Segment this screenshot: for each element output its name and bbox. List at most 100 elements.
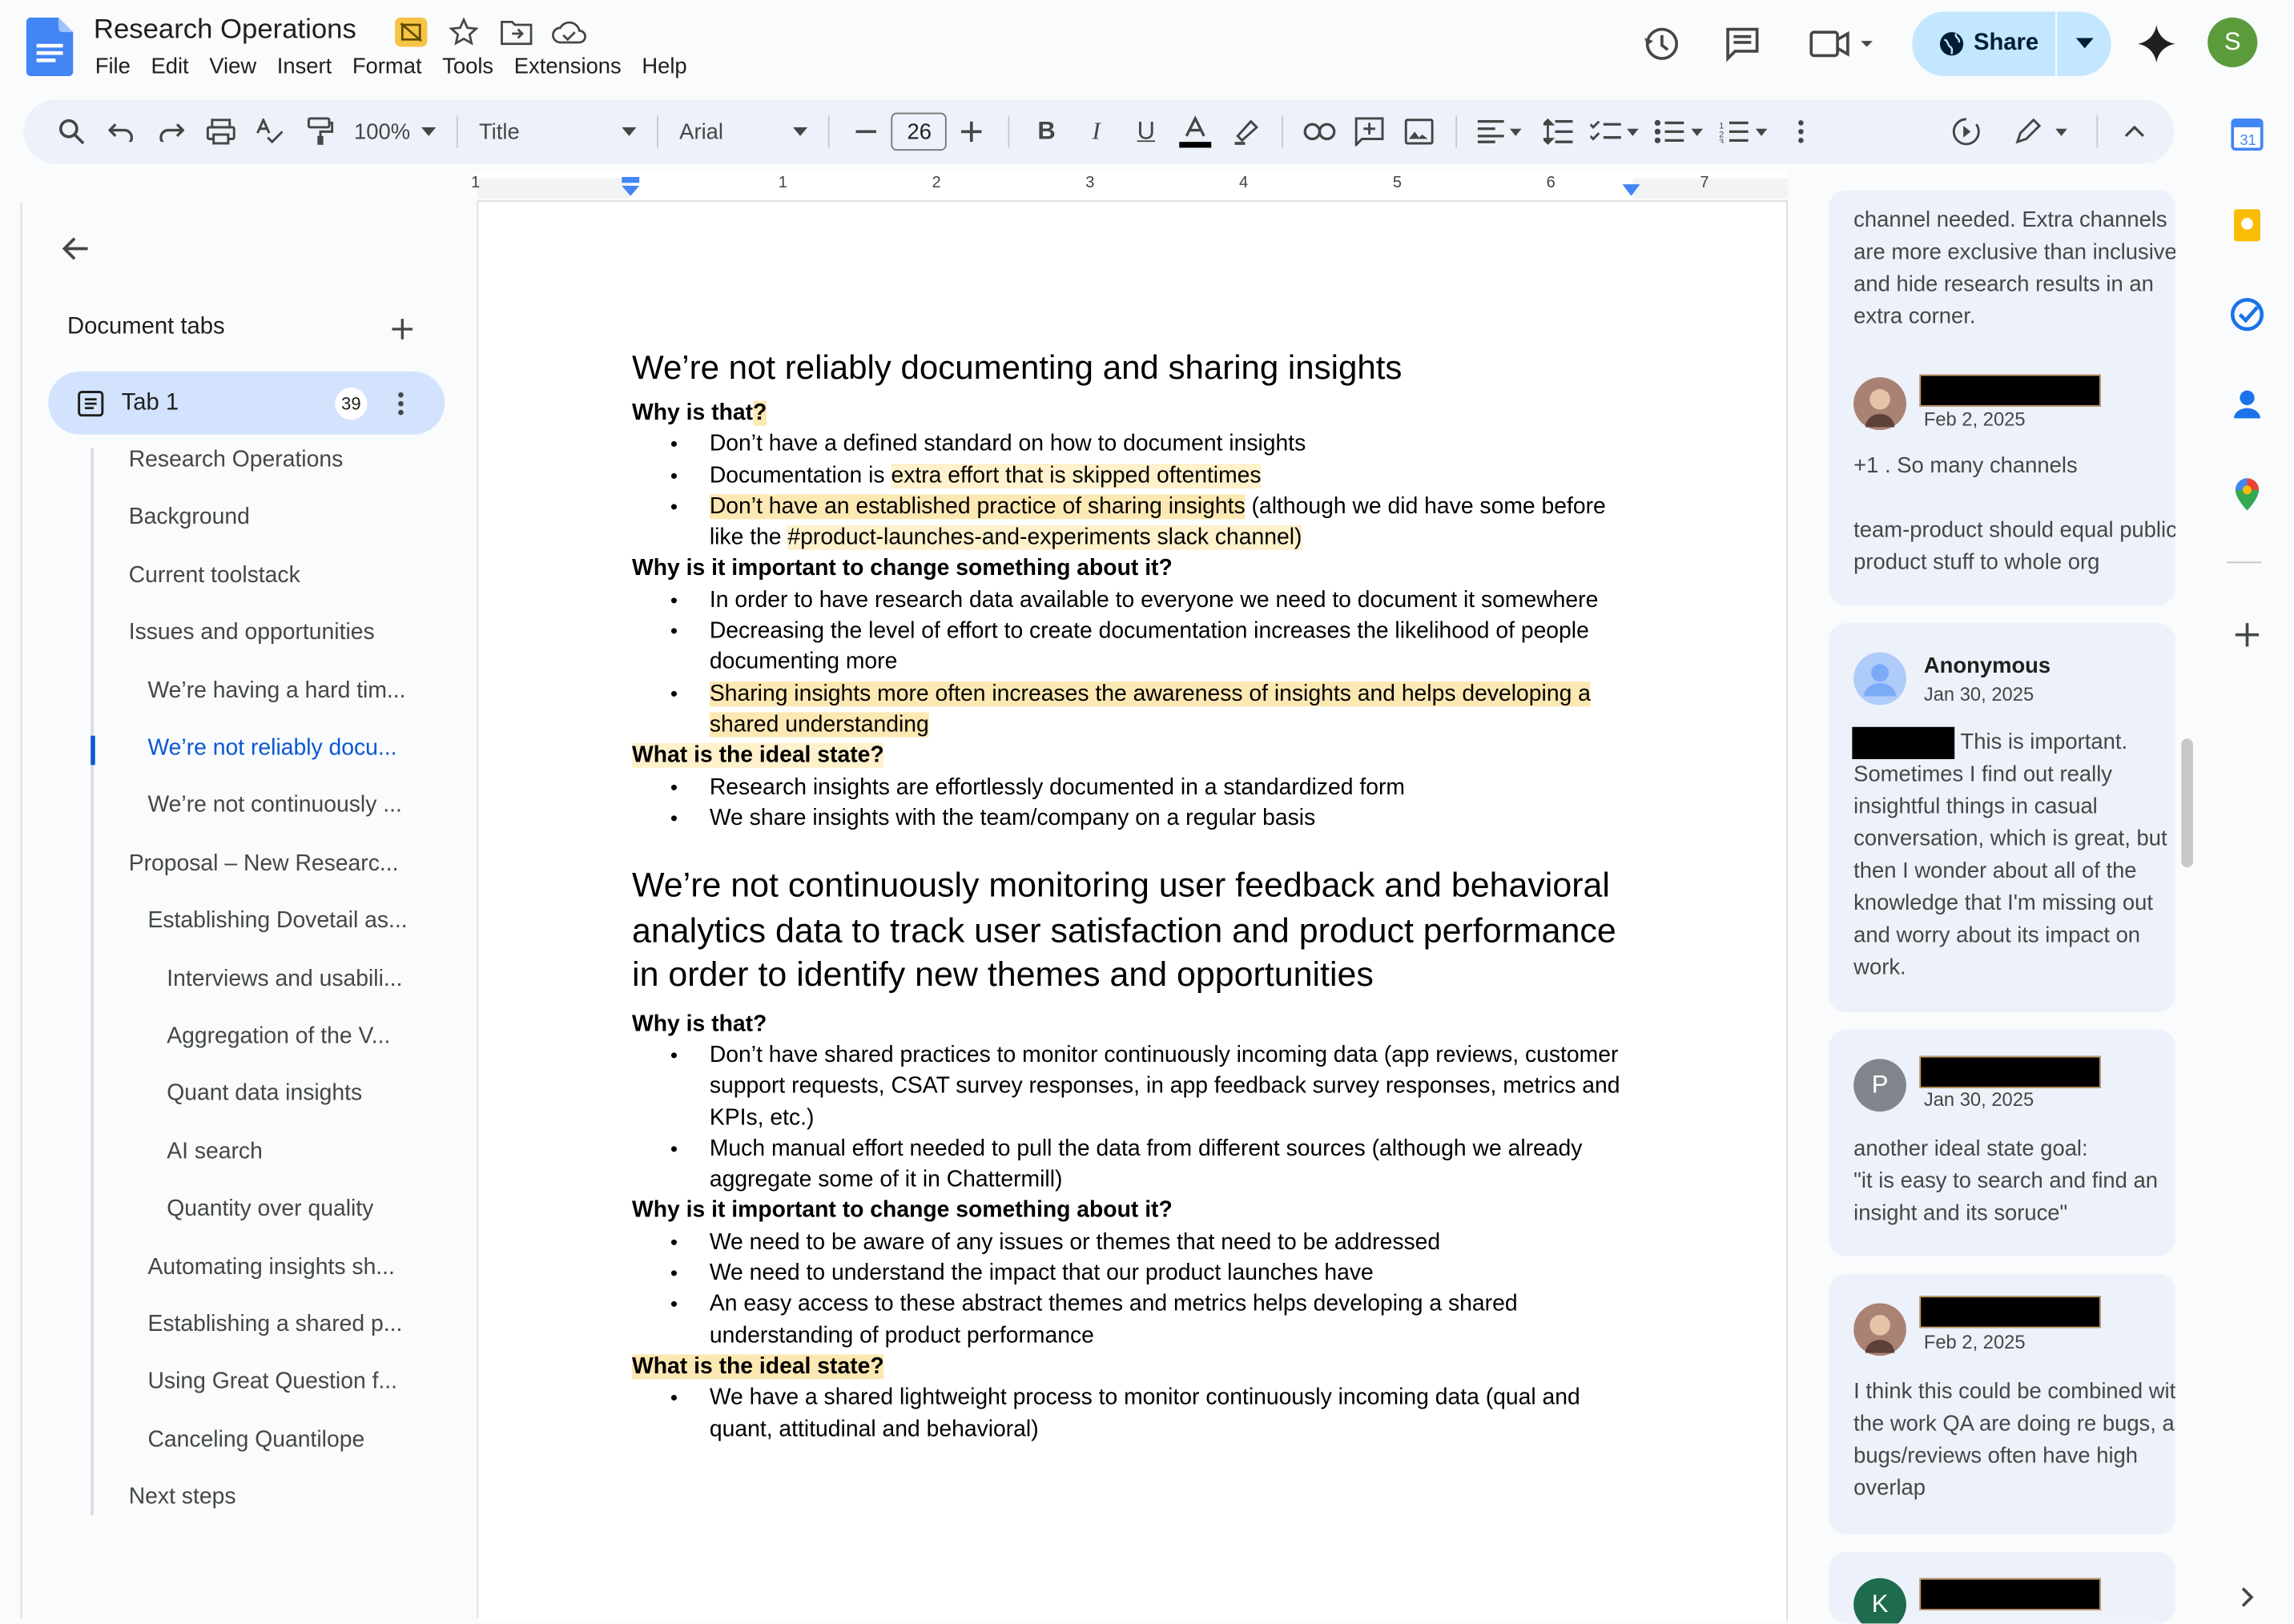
- outline-item[interactable]: Next steps: [129, 1485, 236, 1511]
- outline-item[interactable]: Automating insights sh...: [147, 1254, 394, 1280]
- outline-item[interactable]: Background: [129, 505, 250, 532]
- insert-image-icon[interactable]: [1395, 107, 1444, 156]
- commented-text[interactable]: #product-launches-and-experiments slack …: [787, 525, 1302, 551]
- undo-icon[interactable]: [97, 107, 147, 156]
- outline-item[interactable]: Canceling Quantilope: [147, 1427, 364, 1453]
- meet-icon[interactable]: [1809, 23, 1881, 64]
- decrease-font-size-icon[interactable]: [842, 107, 891, 156]
- paint-format-icon[interactable]: [296, 107, 345, 156]
- share-button[interactable]: Share: [1912, 11, 2111, 76]
- menu-help[interactable]: Help: [642, 54, 686, 79]
- outline-item[interactable]: Aggregation of the V...: [167, 1024, 390, 1051]
- keep-icon[interactable]: [2230, 207, 2265, 243]
- list-item: Research insights are effortlessly docum…: [670, 772, 1641, 803]
- outline-item[interactable]: Establishing a shared p...: [147, 1312, 402, 1338]
- print-icon[interactable]: [196, 107, 246, 156]
- gemini-icon[interactable]: [2136, 23, 2177, 64]
- label-icon[interactable]: [392, 14, 430, 50]
- highlight-color-icon[interactable]: [1221, 107, 1270, 156]
- document-body[interactable]: We’re not reliably documenting and shari…: [632, 345, 1641, 1445]
- search-menus-icon[interactable]: [46, 107, 96, 156]
- maps-icon[interactable]: [2230, 476, 2265, 512]
- comment-thread[interactable]: K: [1829, 1551, 2176, 1624]
- bold-icon[interactable]: B: [1022, 107, 1072, 156]
- list-item: Don’t have shared practices to monitor c…: [670, 1040, 1641, 1134]
- comments-scrollbar[interactable]: [2181, 738, 2193, 868]
- line-spacing-icon[interactable]: [1534, 107, 1584, 156]
- star-icon[interactable]: [445, 14, 482, 50]
- menu-view[interactable]: View: [209, 54, 256, 79]
- left-indent-marker-icon[interactable]: [620, 177, 641, 198]
- spellcheck-icon[interactable]: [246, 107, 296, 156]
- menu-format[interactable]: Format: [352, 54, 422, 79]
- outline-item[interactable]: AI search: [167, 1139, 263, 1165]
- outline-item[interactable]: Quant data insights: [167, 1081, 362, 1107]
- user-avatar[interactable]: S: [2207, 17, 2258, 68]
- text-color-icon[interactable]: [1171, 107, 1221, 156]
- increase-font-size-icon[interactable]: [947, 107, 996, 156]
- commented-text[interactable]: What is the ideal state?: [632, 743, 884, 769]
- outline-item[interactable]: Research Operations: [129, 448, 344, 474]
- right-indent-marker-icon[interactable]: [1621, 183, 1642, 197]
- comment-thread[interactable]: Anonymous Jan 30, 2025 This is important…: [1829, 623, 2176, 1012]
- paragraph-style-select[interactable]: Title: [470, 119, 646, 144]
- more-options-icon[interactable]: [1777, 107, 1826, 156]
- menu-edit[interactable]: Edit: [151, 54, 188, 79]
- document-title[interactable]: Research Operations: [94, 14, 356, 46]
- cloud-saved-icon[interactable]: [550, 14, 588, 50]
- font-select[interactable]: Arial: [670, 119, 817, 144]
- comment-thread[interactable]: Feb 2, 2025 I think this could be combin…: [1829, 1273, 2176, 1534]
- outline-item[interactable]: Establishing Dovetail as...: [147, 909, 407, 935]
- comments-icon[interactable]: [1722, 23, 1763, 64]
- comment-thread[interactable]: P Jan 30, 2025 another ideal state goal:…: [1829, 1029, 2176, 1256]
- move-folder-icon[interactable]: [497, 14, 535, 50]
- italic-icon[interactable]: I: [1072, 107, 1121, 156]
- history-icon[interactable]: [1641, 23, 1682, 64]
- numbered-list-icon[interactable]: 123: [1712, 107, 1777, 156]
- outline-item[interactable]: We’re having a hard tim...: [147, 678, 405, 705]
- font-value: Arial: [679, 119, 724, 144]
- outline-item[interactable]: Quantity over quality: [167, 1196, 373, 1223]
- zoom-select[interactable]: 100%: [345, 119, 445, 144]
- underline-icon[interactable]: U: [1121, 107, 1171, 156]
- docs-logo-icon[interactable]: [26, 17, 74, 76]
- bullet-list: In order to have research data available…: [632, 585, 1641, 740]
- contacts-icon[interactable]: [2230, 386, 2265, 421]
- insert-link-icon[interactable]: [1295, 107, 1345, 156]
- editing-mode-icon[interactable]: [2002, 107, 2084, 156]
- back-arrow-icon[interactable]: [58, 231, 94, 267]
- add-tab-icon[interactable]: [388, 315, 417, 344]
- commented-text[interactable]: Don’t have an established practice of sh…: [709, 494, 1246, 520]
- comment-thread[interactable]: channel needed. Extra channels are more …: [1829, 190, 2176, 606]
- outline-item[interactable]: Using Great Question f...: [147, 1369, 397, 1396]
- tasks-icon[interactable]: [2230, 297, 2265, 332]
- collapse-toolbar-icon[interactable]: [2110, 107, 2159, 156]
- commented-text[interactable]: What is the ideal state?: [632, 1354, 884, 1380]
- outline-item[interactable]: We’re not reliably docu...: [147, 736, 396, 762]
- menu-extensions[interactable]: Extensions: [514, 54, 622, 79]
- menu-insert[interactable]: Insert: [277, 54, 332, 79]
- redo-icon[interactable]: [147, 107, 196, 156]
- tab-more-icon[interactable]: [398, 391, 404, 415]
- align-icon[interactable]: [1469, 107, 1533, 156]
- menu-tools[interactable]: Tools: [442, 54, 493, 79]
- outline-item[interactable]: Interviews and usabili...: [167, 967, 402, 993]
- outline-item[interactable]: Proposal – New Researc...: [129, 851, 399, 878]
- commented-text[interactable]: Sharing insights more often increases th…: [709, 681, 1591, 738]
- outline-item[interactable]: Current toolstack: [129, 563, 300, 589]
- share-dropdown-icon[interactable]: [2057, 12, 2111, 76]
- ruler[interactable]: 1 1 2 3 4 5 6 7: [471, 172, 1788, 203]
- font-size-input[interactable]: 26: [891, 112, 948, 151]
- commented-text[interactable]: extra effort that is skipped oftentimes: [891, 463, 1262, 488]
- add-comment-icon[interactable]: [1345, 107, 1395, 156]
- outline-item[interactable]: Issues and opportunities: [129, 621, 375, 647]
- menu-file[interactable]: File: [95, 54, 131, 79]
- chevron-right-icon[interactable]: [2230, 1580, 2265, 1615]
- pageless-icon[interactable]: [1942, 107, 1991, 156]
- add-addon-icon[interactable]: [2230, 617, 2265, 653]
- checklist-icon[interactable]: [1584, 107, 1648, 156]
- bulleted-list-icon[interactable]: [1648, 107, 1712, 156]
- outline-item[interactable]: We’re not continuously ...: [147, 794, 401, 820]
- tab-1[interactable]: Tab 1 39: [48, 371, 445, 435]
- calendar-icon[interactable]: 31: [2230, 117, 2265, 152]
